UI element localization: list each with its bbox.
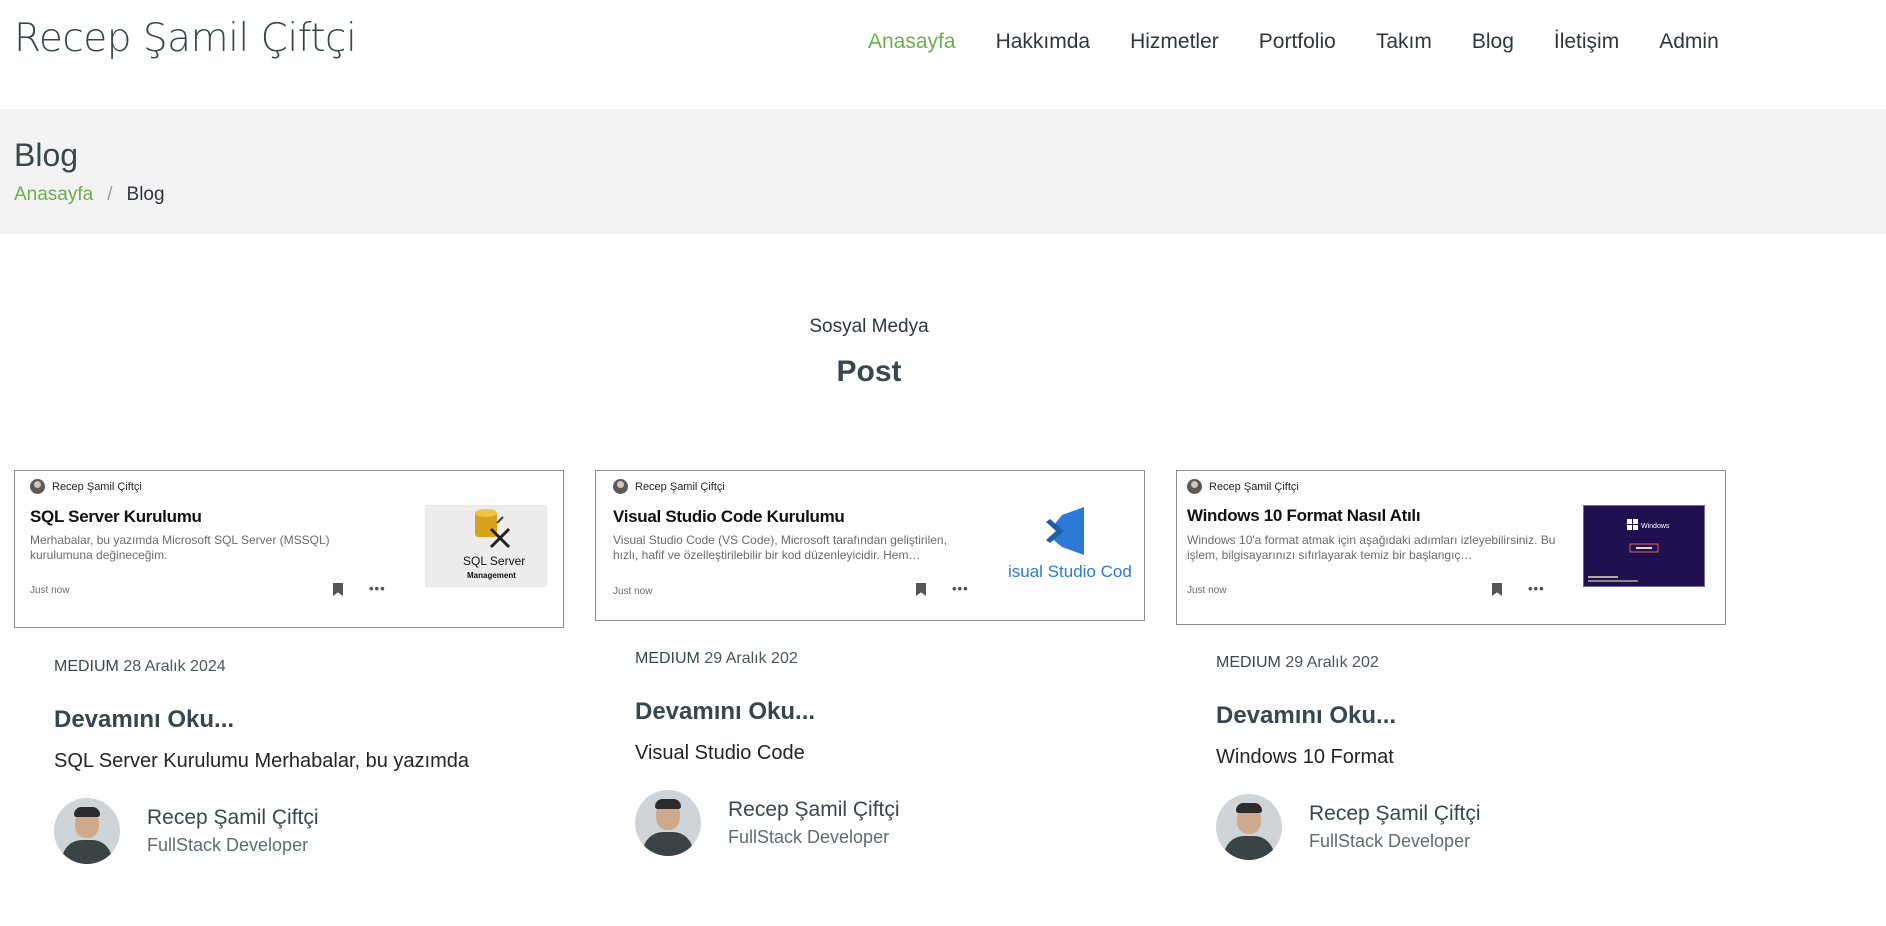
- bookmark-icon[interactable]: [333, 583, 343, 596]
- embed-title: SQL Server Kurulumu: [30, 507, 202, 526]
- embed-timestamp: Just now: [30, 585, 70, 596]
- nav-item-anasayfa[interactable]: Anasayfa: [868, 30, 956, 54]
- page-header-band: Blog Anasayfa / Blog: [0, 109, 1886, 234]
- main-nav: Anasayfa Hakkımda Hizmetler Portfolio Ta…: [868, 30, 1759, 54]
- blog-card: Recep Şamil Çiftçi SQL Server Kurulumu M…: [14, 470, 564, 864]
- post-date: 28 Aralık 2024: [123, 658, 226, 675]
- embed-thumbnail: Windows: [1583, 505, 1705, 587]
- avatar: [1216, 794, 1282, 860]
- blog-card: Recep Şamil Çiftçi Visual Studio Code Ku…: [595, 470, 1145, 856]
- embed-author-avatar: [613, 479, 628, 494]
- embed-author-name: Recep Şamil Çiftçi: [52, 480, 142, 493]
- embed-description: Windows 10'a format atmak için aşağıdaki…: [1187, 533, 1556, 562]
- breadcrumb: Anasayfa / Blog: [14, 184, 165, 206]
- medium-embed[interactable]: Recep Şamil Çiftçi Visual Studio Code Ku…: [595, 470, 1145, 621]
- thumb-sql-line2: Management: [467, 571, 516, 580]
- nav-item-takim[interactable]: Takım: [1376, 30, 1432, 54]
- embed-author: Recep Şamil Çiftçi: [1187, 479, 1299, 494]
- embed-author-name: Recep Şamil Çiftçi: [635, 480, 725, 493]
- embed-thumbnail: SQL Server Management: [425, 505, 547, 587]
- author-name: Recep Şamil Çiftçi: [147, 806, 319, 829]
- read-more-link[interactable]: Devamını Oku...: [635, 698, 815, 726]
- medium-embed[interactable]: Recep Şamil Çiftçi SQL Server Kurulumu M…: [14, 470, 564, 628]
- post-source: MEDIUM: [1216, 654, 1281, 671]
- windows-setup-icon: Windows: [1588, 519, 1670, 582]
- section-title: Post: [836, 355, 902, 388]
- post-author: Recep Şamil Çiftçi FullStack Developer: [1216, 794, 1481, 860]
- nav-item-hakkimda[interactable]: Hakkımda: [996, 30, 1091, 54]
- embed-author: Recep Şamil Çiftçi: [30, 479, 142, 494]
- embed-thumbnail: isual Studio Cod: [1006, 507, 1131, 587]
- section-subtitle: Sosyal Medya: [809, 316, 929, 337]
- nav-item-blog[interactable]: Blog: [1472, 30, 1514, 54]
- author-role: FullStack Developer: [147, 835, 309, 855]
- more-options-icon[interactable]: •••: [1528, 581, 1545, 596]
- author-name: Recep Şamil Çiftçi: [1309, 802, 1481, 825]
- post-excerpt: Windows 10 Format: [1216, 746, 1394, 768]
- sql-server-logo-icon: SQL Server Management: [463, 509, 525, 580]
- nav-item-admin[interactable]: Admin: [1659, 30, 1719, 54]
- medium-embed[interactable]: Recep Şamil Çiftçi Windows 10 Format Nas…: [1176, 470, 1726, 625]
- vscode-logo-icon: isual Studio Cod: [1008, 507, 1131, 581]
- nav-item-hizmetler[interactable]: Hizmetler: [1130, 30, 1219, 54]
- nav-item-iletisim[interactable]: İletişim: [1554, 30, 1619, 54]
- embed-title: Visual Studio Code Kurulumu: [613, 507, 845, 526]
- bookmark-icon[interactable]: [916, 583, 926, 596]
- post-meta: MEDIUM 29 Aralık 202: [1216, 654, 1379, 672]
- post-author: Recep Şamil Çiftçi FullStack Developer: [54, 798, 319, 864]
- thumb-vscode-text: isual Studio Cod: [1008, 562, 1131, 581]
- author-name: Recep Şamil Çiftçi: [728, 798, 900, 821]
- embed-author: Recep Şamil Çiftçi: [613, 479, 725, 494]
- embed-timestamp: Just now: [613, 586, 653, 597]
- post-author: Recep Şamil Çiftçi FullStack Developer: [635, 790, 900, 856]
- embed-author-avatar: [30, 479, 45, 494]
- post-meta: MEDIUM 29 Aralık 202: [635, 650, 798, 668]
- post-source: MEDIUM: [54, 658, 119, 675]
- site-logo-text[interactable]: Recep Şamil Çiftçi: [14, 16, 357, 61]
- read-more-link[interactable]: Devamını Oku...: [54, 706, 234, 734]
- embed-description: Merhabalar, bu yazımda Microsoft SQL Ser…: [30, 533, 330, 562]
- page-title: Blog: [14, 137, 79, 173]
- embed-author-avatar: [1187, 479, 1202, 494]
- post-excerpt: Visual Studio Code: [635, 742, 805, 764]
- bookmark-icon[interactable]: [1492, 583, 1502, 596]
- read-more-link[interactable]: Devamını Oku...: [1216, 702, 1396, 730]
- post-date: 29 Aralık 202: [704, 650, 798, 667]
- nav-item-portfolio[interactable]: Portfolio: [1259, 30, 1336, 54]
- embed-author-name: Recep Şamil Çiftçi: [1209, 480, 1299, 493]
- post-meta: MEDIUM 28 Aralık 2024: [54, 658, 226, 676]
- blog-card: Recep Şamil Çiftçi Windows 10 Format Nas…: [1176, 470, 1726, 860]
- breadcrumb-home-link[interactable]: Anasayfa: [14, 184, 93, 206]
- more-options-icon[interactable]: •••: [369, 581, 386, 596]
- breadcrumb-current: Blog: [126, 184, 165, 205]
- embed-timestamp: Just now: [1187, 585, 1227, 596]
- author-role: FullStack Developer: [1309, 831, 1471, 851]
- embed-title: Windows 10 Format Nasıl Atılı: [1187, 506, 1421, 525]
- author-role: FullStack Developer: [728, 827, 890, 847]
- thumb-sql-line1: SQL Server: [463, 554, 525, 568]
- avatar: [635, 790, 701, 856]
- site-header: Recep Şamil Çiftçi Anasayfa Hakkımda Hiz…: [0, 0, 1886, 109]
- avatar: [54, 798, 120, 864]
- more-options-icon[interactable]: •••: [952, 581, 969, 596]
- post-source: MEDIUM: [635, 650, 700, 667]
- post-date: 29 Aralık 202: [1285, 654, 1379, 671]
- thumb-windows-text: Windows: [1641, 523, 1670, 530]
- post-excerpt: SQL Server Kurulumu Merhabalar, bu yazım…: [54, 750, 470, 772]
- embed-description: Visual Studio Code (VS Code), Microsoft …: [613, 533, 947, 562]
- breadcrumb-separator: /: [107, 184, 113, 205]
